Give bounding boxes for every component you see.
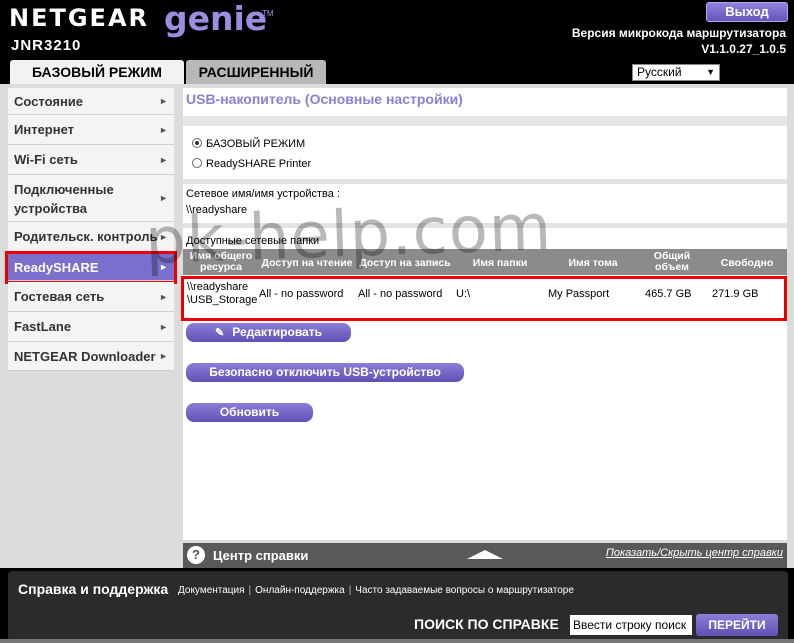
sidebar-item-status[interactable]: Состояние ► [8, 88, 174, 115]
pencil-icon: ✎ [215, 327, 225, 339]
sidebar-item-downloader[interactable]: NETGEAR Downloader ► [8, 342, 174, 371]
firmware-version: V1.1.0.27_1.0.5 [701, 42, 786, 56]
help-search-label: ПОИСК ПО СПРАВКЕ [414, 616, 559, 632]
highlight-box [181, 276, 787, 321]
sidebar-item-label: Гостевая сеть [14, 289, 105, 304]
column-header: Общий объем [653, 250, 691, 273]
radio-checked-icon[interactable] [192, 138, 202, 148]
edit-button-label: Редактировать [232, 325, 322, 339]
tab-basic[interactable]: БАЗОВЫЙ РЕЖИМ [10, 60, 184, 84]
sidebar-item-wifi[interactable]: Wi-Fi сеть ► [8, 145, 174, 175]
section-divider [183, 223, 787, 228]
chevron-right-icon: ► [159, 292, 168, 302]
help-toggle-link[interactable]: Показать/Скрыть центр справки [606, 547, 783, 559]
help-center-bar: ? Центр справки Показать/Скрыть центр сп… [183, 543, 787, 568]
page-title: USB-накопитель (Основные настройки) [186, 91, 463, 107]
column-header: Имя тома [568, 257, 618, 269]
section-divider [183, 179, 787, 184]
chevron-right-icon: ► [159, 262, 168, 272]
chevron-right-icon: ► [159, 322, 168, 332]
sidebar: Состояние ► Интернет ► Wi-Fi сеть ► Подк… [5, 88, 177, 371]
firmware-label: Версия микрокода маршрутизатора [571, 26, 786, 40]
radio-label: БАЗОВЫЙ РЕЖИМ [206, 138, 306, 150]
column-header: Доступ на чтение [261, 257, 353, 269]
sidebar-item-label: ReadySHARE [14, 260, 99, 275]
shared-folders-label: Доступные сетевые папки [186, 235, 320, 247]
expand-triangle-icon[interactable] [467, 550, 503, 559]
safely-remove-usb-button[interactable]: Безопасно отключить USB-устройство [186, 363, 464, 382]
language-select[interactable]: Русский ▼ [632, 64, 720, 81]
table-header: Имя общего ресурса Доступ на чтение Дост… [183, 249, 787, 275]
radio-unchecked-icon[interactable] [192, 158, 202, 168]
trademark-mark: TM [262, 9, 274, 18]
header: NETGEAR genie TM JNR3210 Выход Версия ми… [0, 0, 794, 60]
help-question-icon: ? [187, 546, 205, 564]
link-online-support[interactable]: Онлайн-поддержка [255, 585, 345, 596]
chevron-right-icon: ► [159, 232, 168, 242]
link-faq[interactable]: Часто задаваемые вопросы о маршрутизатор… [355, 585, 574, 596]
chevron-right-icon: ► [159, 125, 168, 135]
sidebar-item-label: NETGEAR Downloader [14, 349, 156, 364]
chevron-right-icon: ► [159, 351, 168, 361]
link-documentation[interactable]: Документация [178, 585, 245, 596]
network-name-value: \\readyshare [186, 204, 248, 216]
tab-bar: БАЗОВЫЙ РЕЖИМ РАСШИРЕННЫЙ Русский ▼ [0, 60, 794, 84]
sidebar-item-label: FastLane [14, 319, 72, 334]
link-divider: | [248, 585, 252, 596]
help-search-input[interactable] [570, 615, 692, 635]
sidebar-item-internet[interactable]: Интернет ► [8, 115, 174, 145]
column-header: Доступ на запись [359, 257, 451, 269]
support-title: Справка и поддержка [18, 581, 169, 597]
column-header: Имя папки [472, 257, 528, 269]
footer: Справка и поддержка Документация | Онлайн-… [0, 568, 794, 643]
refresh-button[interactable]: Обновить [186, 403, 313, 422]
network-name-label: Сетевое имя/имя устройства : [186, 188, 340, 200]
router-model: JNR3210 [11, 37, 82, 54]
chevron-right-icon: ► [159, 193, 168, 203]
radio-label: ReadySHARE Printer [206, 158, 312, 170]
column-header: Свободно [720, 257, 774, 269]
logout-button[interactable]: Выход [706, 2, 788, 22]
genie-logo: genie [164, 0, 268, 38]
language-selected: Русский [637, 65, 682, 79]
help-center-title: Центр справки [213, 548, 309, 563]
link-divider: | [348, 585, 352, 596]
chevron-right-icon: ► [159, 96, 168, 106]
support-links: Документация | Онлайн-поддержка | Часто зада… [178, 585, 574, 596]
chevron-down-icon: ▼ [706, 67, 715, 77]
sidebar-item-label: Подключенные устройства [14, 182, 114, 216]
title-divider [183, 116, 787, 126]
chevron-right-icon: ► [159, 155, 168, 165]
sidebar-item-label: Состояние [14, 94, 84, 109]
sidebar-item-guest[interactable]: Гостевая сеть ► [8, 282, 174, 312]
sidebar-item-label: Родительск. контроль [14, 229, 158, 244]
sidebar-item-label: Wi-Fi сеть [14, 152, 78, 167]
bottom-strip [0, 639, 794, 643]
sidebar-item-fastlane[interactable]: FastLane ► [8, 312, 174, 342]
sidebar-item-readyshare[interactable]: ReadySHARE ► [5, 251, 177, 284]
tab-advanced[interactable]: РАСШИРЕННЫЙ [186, 60, 326, 84]
column-header: Имя общего ресурса [189, 250, 253, 273]
edit-button[interactable]: ✎ Редактировать [186, 323, 351, 342]
sidebar-item-label: Интернет [14, 122, 75, 137]
sidebar-item-parental[interactable]: Родительск. контроль ► [8, 222, 174, 252]
sidebar-item-devices[interactable]: Подключенные устройства ► [8, 175, 174, 222]
search-go-button[interactable]: ПЕРЕЙТИ [696, 614, 778, 636]
radio-basic-mode[interactable]: БАЗОВЫЙ РЕЖИМ [192, 138, 305, 150]
netgear-logo: NETGEAR [9, 4, 149, 32]
radio-readyshare-printer[interactable]: ReadySHARE Printer [192, 158, 311, 170]
